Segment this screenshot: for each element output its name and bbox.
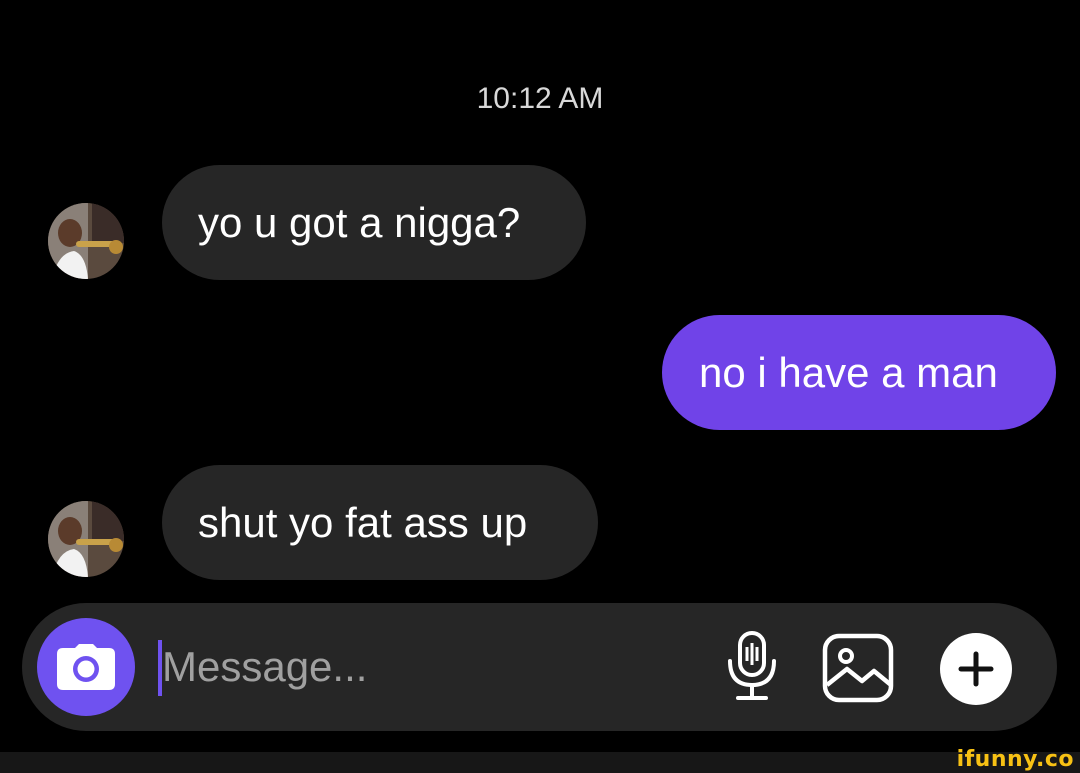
message-input[interactable]: [162, 633, 682, 701]
incoming-message-bubble[interactable]: yo u got a nigga?: [162, 165, 586, 280]
image-gallery-icon: [822, 633, 894, 703]
message-text: no i have a man: [699, 348, 998, 396]
message-composer: [22, 603, 1057, 731]
watermark-bar: [0, 752, 1080, 773]
incoming-message-bubble[interactable]: shut yo fat ass up: [162, 465, 598, 580]
microphone-icon: [728, 631, 776, 700]
add-attachment-button[interactable]: [940, 633, 1012, 705]
camera-icon: [57, 644, 115, 690]
outgoing-message-bubble[interactable]: no i have a man: [662, 315, 1056, 430]
message-text: yo u got a nigga?: [198, 198, 521, 246]
sender-avatar[interactable]: [48, 501, 124, 577]
camera-button[interactable]: [37, 618, 135, 716]
message-timestamp: 10:12 AM: [476, 82, 604, 115]
plus-icon: [958, 651, 994, 687]
sender-avatar[interactable]: [48, 203, 124, 279]
watermark-text: ifunny.co: [956, 747, 1074, 772]
voice-message-button[interactable]: [722, 631, 782, 703]
message-text: shut yo fat ass up: [198, 498, 528, 546]
gallery-button[interactable]: [822, 633, 898, 703]
